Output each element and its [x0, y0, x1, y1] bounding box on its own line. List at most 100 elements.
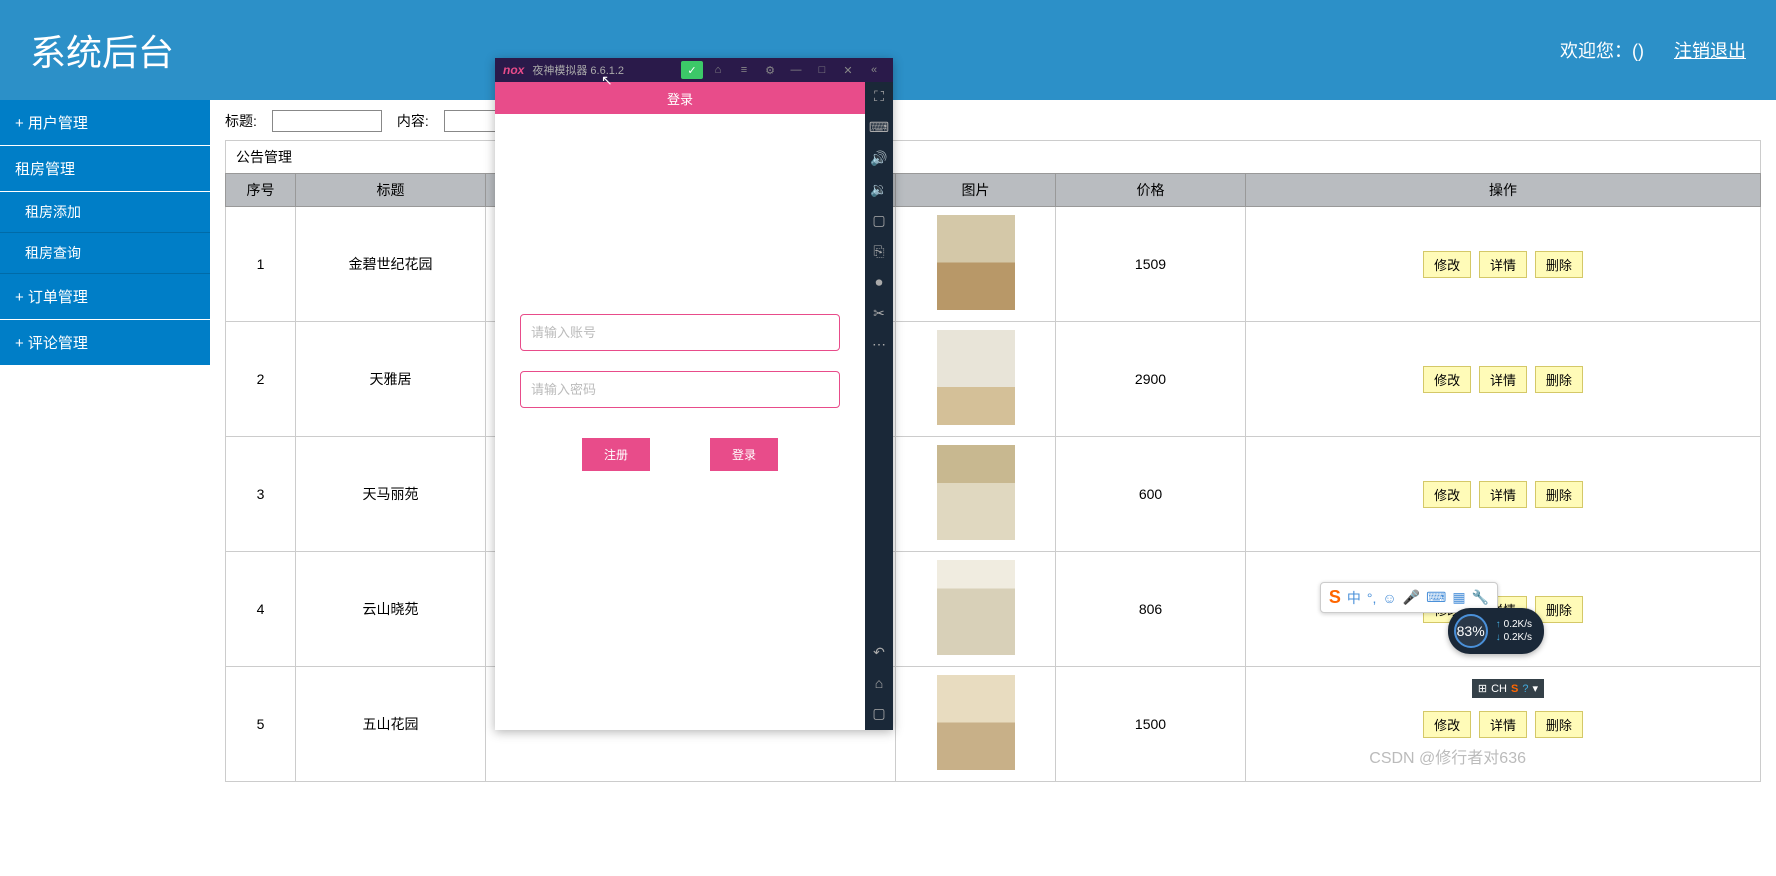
username-input[interactable] — [520, 314, 840, 351]
emu-gear-icon[interactable]: ⚙ — [759, 61, 781, 79]
cell-actions: 修改 详情 删除 — [1246, 322, 1761, 437]
password-input[interactable] — [520, 371, 840, 408]
ime-emoji-icon[interactable]: ☺ — [1382, 590, 1396, 606]
speed-percent: 83% — [1454, 614, 1488, 648]
cell-title: 天雅居 — [296, 322, 486, 437]
table-row: 3 天马丽苑 600 修改 详情 删除 — [226, 437, 1761, 552]
ime-skin-icon[interactable]: ▦ — [1452, 589, 1465, 606]
cursor-icon: ↖ — [601, 72, 613, 89]
filter-label-title: 标题: — [225, 111, 257, 131]
cell-img — [896, 322, 1056, 437]
ime-voice-icon[interactable]: 🎤 — [1403, 589, 1420, 606]
delete-button[interactable]: 删除 — [1535, 366, 1583, 393]
detail-button[interactable]: 详情 — [1479, 366, 1527, 393]
lang-label: CH — [1491, 683, 1507, 695]
edit-button[interactable]: 修改 — [1423, 251, 1471, 278]
nox-logo: nox — [503, 63, 524, 77]
filter-label-content: 内容: — [397, 111, 429, 131]
delete-button[interactable]: 删除 — [1535, 596, 1583, 623]
emu-menu-icon[interactable]: ≡ — [733, 61, 755, 79]
screen-icon[interactable]: ▢ — [872, 212, 885, 229]
delete-button[interactable]: 删除 — [1535, 711, 1583, 738]
cell-img — [896, 667, 1056, 782]
ime-tool-icon[interactable]: 🔧 — [1472, 589, 1489, 606]
fullscreen-icon[interactable]: ⛶ — [874, 88, 884, 105]
emulator-screen: 登录 注册 登录 — [495, 82, 865, 730]
room-image — [937, 445, 1015, 540]
cell-idx: 3 — [226, 437, 296, 552]
emulator-titlebar[interactable]: nox 夜神模拟器 6.6.1.2 ✓ ⌂ ≡ ⚙ — □ ✕ « — [495, 58, 893, 82]
more-icon[interactable]: ⋯ — [872, 336, 886, 353]
sidebar-item-users[interactable]: + 用户管理 — [0, 100, 210, 146]
detail-button[interactable]: 详情 — [1479, 481, 1527, 508]
cell-idx: 1 — [226, 207, 296, 322]
download-speed: ↓0.2K/s — [1496, 632, 1532, 643]
emu-minimize-icon[interactable]: — — [785, 61, 807, 79]
main-content: 标题: 内容: 公告管理 序号 标题 图片 价格 操作 1 金碧世纪花园 — [210, 100, 1776, 876]
filter-bar: 标题: 内容: — [225, 110, 1761, 132]
capture-icon[interactable]: ⎘ — [873, 243, 884, 260]
upload-speed: ↑0.2K/s — [1496, 619, 1532, 630]
cell-actions: 修改 详情 删除 — [1246, 437, 1761, 552]
sidebar-sub-rental-add[interactable]: 租房添加 — [0, 192, 210, 233]
cell-title: 云山晓苑 — [296, 552, 486, 667]
android-home-icon[interactable]: ⌂ — [875, 675, 883, 691]
edit-button[interactable]: 修改 — [1423, 711, 1471, 738]
delete-button[interactable]: 删除 — [1535, 481, 1583, 508]
scissors-icon[interactable]: ✂ — [873, 305, 885, 322]
sidebar-sub-rental-query[interactable]: 租房查询 — [0, 233, 210, 274]
detail-button[interactable]: 详情 — [1479, 711, 1527, 738]
cell-title: 金碧世纪花园 — [296, 207, 486, 322]
header-right: 欢迎您：() 注销退出 — [1560, 37, 1746, 63]
cell-price: 600 — [1056, 437, 1246, 552]
sidebar-item-comments[interactable]: + 评论管理 — [0, 320, 210, 366]
edit-button[interactable]: 修改 — [1423, 481, 1471, 508]
col-price: 价格 — [1056, 174, 1246, 207]
register-button[interactable]: 注册 — [582, 438, 650, 471]
delete-button[interactable]: 删除 — [1535, 251, 1583, 278]
speed-widget[interactable]: 83% ↑0.2K/s ↓0.2K/s — [1448, 608, 1544, 654]
emu-collapse-icon[interactable]: « — [863, 61, 885, 79]
emu-maximize-icon[interactable]: □ — [811, 61, 833, 79]
keyboard-icon[interactable]: ⌨ — [869, 119, 889, 136]
emulator-sidebar: ⛶ ⌨ 🔊 🔉 ▢ ⎘ ⏺ ✂ ⋯ ↶ ⌂ ▢ — [865, 82, 893, 730]
cell-img — [896, 552, 1056, 667]
ime-lang[interactable]: 中 — [1347, 588, 1361, 608]
emu-close-icon[interactable]: ✕ — [837, 61, 859, 79]
col-img: 图片 — [896, 174, 1056, 207]
cell-price: 806 — [1056, 552, 1246, 667]
taskbar-lang[interactable]: ⊞ CH S ? ▾ — [1472, 679, 1544, 698]
col-title: 标题 — [296, 174, 486, 207]
recent-icon[interactable]: ▢ — [872, 705, 885, 722]
filter-title-input[interactable] — [272, 110, 382, 132]
ime-logo-icon: S — [1329, 587, 1341, 608]
cell-title: 天马丽苑 — [296, 437, 486, 552]
detail-button[interactable]: 详情 — [1479, 251, 1527, 278]
cell-title: 五山花园 — [296, 667, 486, 782]
table-row: 1 金碧世纪花园 1509 修改 详情 删除 — [226, 207, 1761, 322]
emu-shield-icon[interactable]: ✓ — [681, 61, 703, 79]
sidebar-item-orders[interactable]: + 订单管理 — [0, 274, 210, 320]
col-action: 操作 — [1246, 174, 1761, 207]
volume-up-icon[interactable]: 🔊 — [870, 150, 887, 167]
ime-keyboard-icon[interactable]: ⌨ — [1426, 589, 1446, 606]
welcome-text: 欢迎您：() — [1560, 37, 1644, 63]
ime-punct-icon[interactable]: °, — [1367, 590, 1377, 606]
cell-idx: 4 — [226, 552, 296, 667]
cell-idx: 5 — [226, 667, 296, 782]
cell-img — [896, 207, 1056, 322]
help-icon: ? — [1522, 683, 1528, 695]
volume-down-icon[interactable]: 🔉 — [870, 181, 887, 198]
edit-button[interactable]: 修改 — [1423, 366, 1471, 393]
panel-title: 公告管理 — [225, 140, 1761, 173]
back-icon[interactable]: ↶ — [873, 644, 885, 661]
emu-home-icon[interactable]: ⌂ — [707, 61, 729, 79]
login-button[interactable]: 登录 — [710, 438, 778, 471]
logout-link[interactable]: 注销退出 — [1674, 37, 1746, 63]
app-title: 系统后台 — [30, 24, 174, 76]
sidebar-item-rental[interactable]: 租房管理 — [0, 146, 210, 192]
col-idx: 序号 — [226, 174, 296, 207]
room-image — [937, 675, 1015, 770]
record-icon[interactable]: ⏺ — [876, 274, 883, 291]
room-image — [937, 560, 1015, 655]
